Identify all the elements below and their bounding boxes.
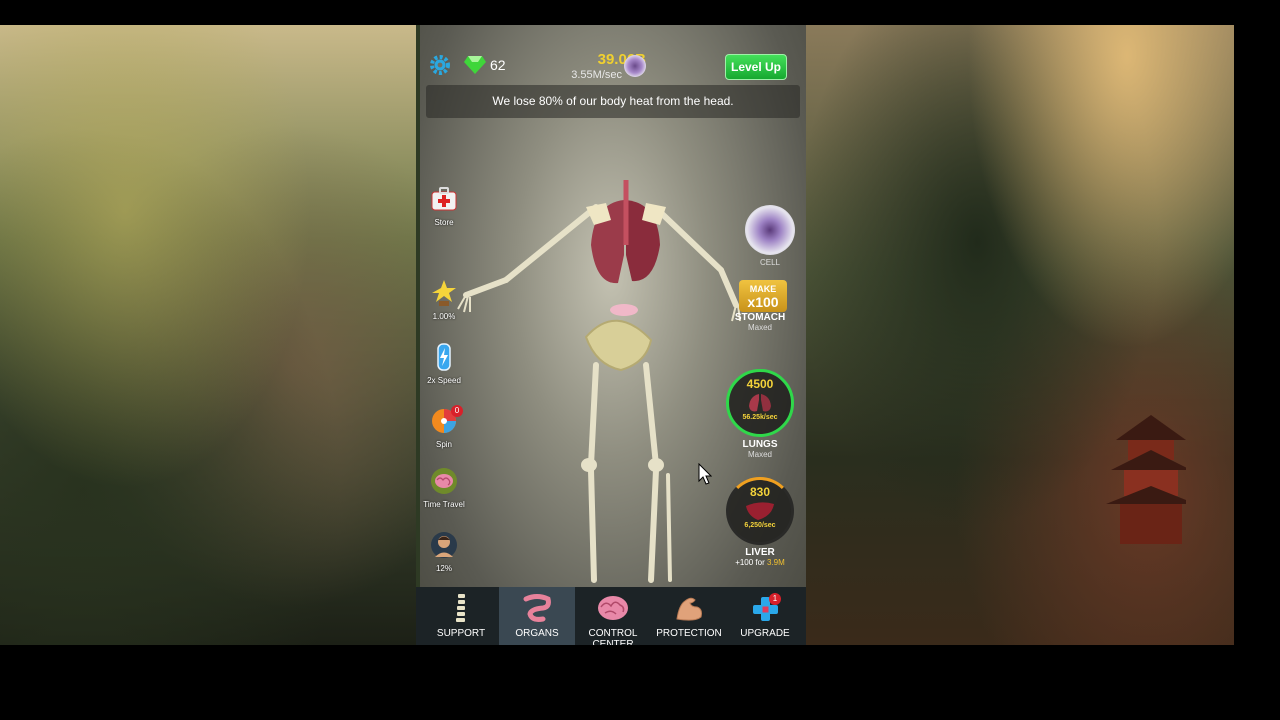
liver-ring: 830 6,250/sec: [726, 477, 794, 545]
lungs-organ[interactable]: 4500 56.25k/sec LUNGS Maxed: [725, 369, 795, 459]
stomach-organ[interactable]: MAKE x100 STOMACH Maxed: [727, 280, 793, 332]
liver-icon: [746, 502, 774, 520]
nav-protection[interactable]: PROTECTION: [651, 587, 727, 645]
gem-icon: [464, 56, 486, 74]
lungs-icon: [749, 394, 771, 412]
temple-silhouette: [1106, 415, 1186, 544]
nav-organs[interactable]: ORGANS: [499, 587, 575, 645]
muscle-arm-icon: [676, 597, 702, 621]
top-bar: 62 39.06B 3.55M/sec Level Up: [416, 25, 806, 85]
skeleton-figure[interactable]: [446, 175, 766, 595]
upgrade-badge: 1: [769, 593, 781, 605]
liver-organ[interactable]: 830 6,250/sec LIVER +100 for 3.9M: [720, 477, 800, 567]
gear-icon[interactable]: [428, 53, 452, 77]
nav-control-center[interactable]: CONTROL CENTER: [575, 587, 651, 645]
brain-icon: [598, 596, 628, 620]
cell-icon: [745, 205, 795, 255]
fact-banner: We lose 80% of our body heat from the he…: [426, 85, 800, 118]
level-up-button[interactable]: Level Up: [725, 54, 787, 80]
background-right-landscape: [806, 25, 1234, 645]
mouse-cursor-icon: [698, 463, 712, 485]
bottom-nav: SUPPORT ORGANS CONTROL CENTER PROTECTION: [416, 587, 806, 645]
cell-button[interactable]: CELL: [742, 205, 798, 267]
make-x100-button[interactable]: MAKE x100: [739, 280, 787, 312]
intestine-icon: [523, 594, 551, 622]
money-rate: 3.55M/sec: [571, 69, 622, 81]
cell-currency-icon: [624, 55, 646, 77]
game-viewport[interactable]: 62 39.06B 3.55M/sec Level Up We lose 80%…: [416, 25, 806, 645]
spine-icon: [456, 594, 465, 622]
liver-upgrade-cost: +100 for 3.9M: [735, 558, 785, 567]
nav-support[interactable]: SUPPORT: [423, 587, 499, 645]
background-left-landscape: [0, 25, 416, 645]
gem-count: 62: [490, 57, 506, 73]
lungs-ring: 4500 56.25k/sec: [726, 369, 794, 437]
nav-upgrade[interactable]: 1 UPGRADE: [727, 587, 803, 645]
